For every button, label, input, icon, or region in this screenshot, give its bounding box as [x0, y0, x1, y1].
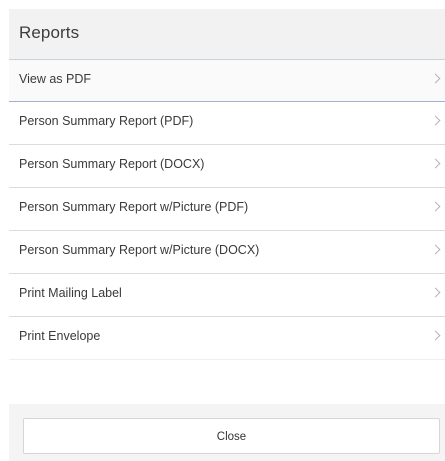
chevron-right-icon [430, 244, 441, 255]
report-item-person-summary-picture-docx[interactable]: Person Summary Report w/Picture (DOCX) [9, 231, 445, 274]
report-item-label: View as PDF [19, 72, 92, 86]
report-list: View as PDF Person Summary Report (PDF) … [9, 60, 445, 360]
report-item-label: Person Summary Report w/Picture (PDF) [19, 200, 249, 214]
close-button[interactable]: Close [23, 418, 440, 454]
chevron-right-icon [430, 287, 441, 298]
report-item-label: Person Summary Report w/Picture (DOCX) [19, 243, 260, 257]
report-item-person-summary-picture-pdf[interactable]: Person Summary Report w/Picture (PDF) [9, 188, 445, 231]
report-item-label: Person Summary Report (PDF) [19, 114, 194, 128]
chevron-right-icon [430, 330, 441, 341]
chevron-right-icon [430, 201, 441, 212]
report-item-print-mailing-label[interactable]: Print Mailing Label [9, 274, 445, 317]
report-item-label: Print Mailing Label [19, 286, 122, 300]
dialog-footer: Close [9, 404, 445, 461]
report-item-print-envelope[interactable]: Print Envelope [9, 317, 445, 360]
report-item-person-summary-docx[interactable]: Person Summary Report (DOCX) [9, 145, 445, 188]
chevron-right-icon [430, 158, 441, 169]
dialog-title: Reports [19, 23, 80, 42]
chevron-right-icon [430, 73, 441, 84]
report-item-label: Print Envelope [19, 329, 101, 343]
report-item-label: Person Summary Report (DOCX) [19, 157, 205, 171]
dialog-header: Reports [9, 9, 445, 60]
report-item-person-summary-pdf[interactable]: Person Summary Report (PDF) [9, 102, 445, 145]
report-item-view-as-pdf[interactable]: View as PDF [9, 60, 445, 102]
reports-dialog: Reports View as PDF Person Summary Repor… [0, 0, 445, 461]
chevron-right-icon [430, 115, 441, 126]
